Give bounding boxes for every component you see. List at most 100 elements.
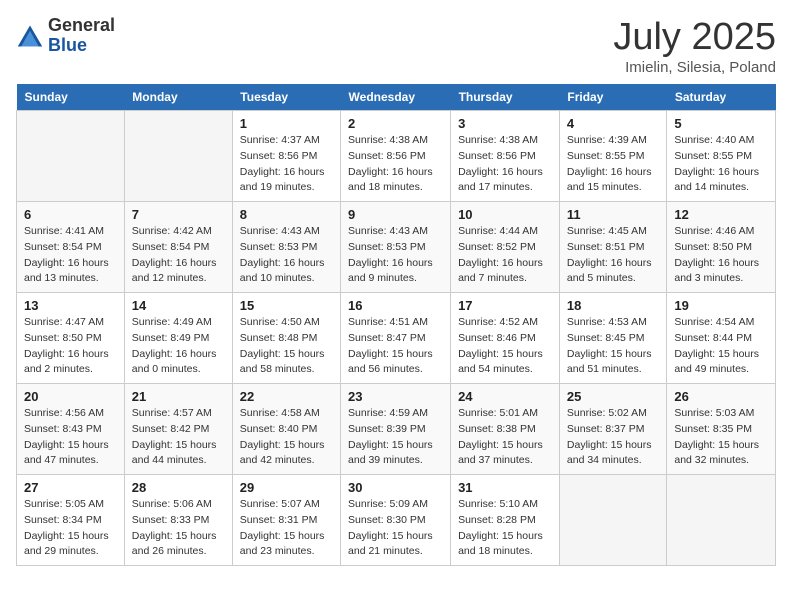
day-detail: Sunrise: 4:40 AM Sunset: 8:55 PM Dayligh… [674, 133, 768, 196]
day-detail: Sunrise: 4:41 AM Sunset: 8:54 PM Dayligh… [24, 224, 117, 287]
day-detail: Sunrise: 5:09 AM Sunset: 8:30 PM Dayligh… [348, 497, 443, 560]
weekday-header: Saturday [667, 84, 776, 111]
day-number: 2 [348, 116, 443, 131]
day-detail: Sunrise: 5:07 AM Sunset: 8:31 PM Dayligh… [240, 497, 333, 560]
day-detail: Sunrise: 4:47 AM Sunset: 8:50 PM Dayligh… [24, 315, 117, 378]
title-block: July 2025 Imielin, Silesia, Poland [613, 16, 776, 76]
weekday-header-row: SundayMondayTuesdayWednesdayThursdayFrid… [17, 84, 776, 111]
day-detail: Sunrise: 4:51 AM Sunset: 8:47 PM Dayligh… [348, 315, 443, 378]
day-detail: Sunrise: 4:54 AM Sunset: 8:44 PM Dayligh… [674, 315, 768, 378]
day-detail: Sunrise: 4:56 AM Sunset: 8:43 PM Dayligh… [24, 406, 117, 469]
calendar-cell: 8Sunrise: 4:43 AM Sunset: 8:53 PM Daylig… [232, 202, 340, 293]
calendar-cell: 11 Sunrise: 4:45 AM Sunset: 8:51 PM Dayli… [559, 202, 666, 293]
location: Imielin, Silesia, Poland [613, 59, 776, 76]
weekday-header: Sunday [17, 84, 125, 111]
logo: General Blue [16, 16, 115, 56]
calendar-cell: 12 Sunrise: 4:46 AM Sunset: 8:50 PM Dayli… [667, 202, 776, 293]
day-number: 22 [240, 389, 333, 404]
weekday-header: Thursday [451, 84, 560, 111]
day-detail: Sunrise: 4:39 AM Sunset: 8:55 PM Dayligh… [567, 133, 659, 196]
day-detail: Sunrise: 4:44 AM Sunset: 8:52 PM Dayligh… [458, 224, 552, 287]
calendar-cell: 13Sunrise: 4:47 AM Sunset: 8:50 PM Dayli… [17, 293, 125, 384]
day-detail: Sunrise: 4:49 AM Sunset: 8:49 PM Dayligh… [132, 315, 225, 378]
day-number: 5 [674, 116, 768, 131]
day-detail: Sunrise: 4:53 AM Sunset: 8:45 PM Dayligh… [567, 315, 659, 378]
calendar-cell: 31 Sunrise: 5:10 AM Sunset: 8:28 PM Dayli… [451, 475, 560, 566]
calendar-cell: 22 Sunrise: 4:58 AM Sunset: 8:40 PM Dayli… [232, 384, 340, 475]
day-number: 19 [674, 298, 768, 313]
calendar-cell: 29 Sunrise: 5:07 AM Sunset: 8:31 PM Dayli… [232, 475, 340, 566]
month-title: July 2025 [613, 16, 776, 59]
week-row: 13Sunrise: 4:47 AM Sunset: 8:50 PM Dayli… [17, 293, 776, 384]
logo-text: General Blue [48, 16, 115, 56]
day-number: 10 [458, 207, 552, 222]
day-number: 6 [24, 207, 117, 222]
calendar-cell: 23 Sunrise: 4:59 AM Sunset: 8:39 PM Dayli… [341, 384, 451, 475]
day-detail: Sunrise: 5:01 AM Sunset: 8:38 PM Dayligh… [458, 406, 552, 469]
day-detail: Sunrise: 4:38 AM Sunset: 8:56 PM Dayligh… [348, 133, 443, 196]
day-detail: Sunrise: 4:42 AM Sunset: 8:54 PM Dayligh… [132, 224, 225, 287]
calendar-cell: 6 Sunrise: 4:41 AM Sunset: 8:54 PM Daylig… [17, 202, 125, 293]
calendar-cell [17, 111, 125, 202]
day-detail: Sunrise: 5:06 AM Sunset: 8:33 PM Dayligh… [132, 497, 225, 560]
calendar-cell: 30 Sunrise: 5:09 AM Sunset: 8:30 PM Dayli… [341, 475, 451, 566]
day-number: 20 [24, 389, 117, 404]
day-detail: Sunrise: 4:38 AM Sunset: 8:56 PM Dayligh… [458, 133, 552, 196]
calendar-cell: 26Sunrise: 5:03 AM Sunset: 8:35 PM Dayli… [667, 384, 776, 475]
day-detail: Sunrise: 4:58 AM Sunset: 8:40 PM Dayligh… [240, 406, 333, 469]
day-number: 16 [348, 298, 443, 313]
day-number: 24 [458, 389, 552, 404]
calendar-cell: 14 Sunrise: 4:49 AM Sunset: 8:49 PM Dayli… [124, 293, 232, 384]
day-detail: Sunrise: 4:50 AM Sunset: 8:48 PM Dayligh… [240, 315, 333, 378]
day-detail: Sunrise: 5:05 AM Sunset: 8:34 PM Dayligh… [24, 497, 117, 560]
calendar-cell: 24 Sunrise: 5:01 AM Sunset: 8:38 PM Dayli… [451, 384, 560, 475]
logo-general: General [48, 16, 115, 36]
day-number: 29 [240, 480, 333, 495]
calendar-cell: 7 Sunrise: 4:42 AM Sunset: 8:54 PM Daylig… [124, 202, 232, 293]
logo-icon [16, 22, 44, 50]
logo-blue: Blue [48, 36, 115, 56]
calendar-cell: 20 Sunrise: 4:56 AM Sunset: 8:43 PM Dayli… [17, 384, 125, 475]
day-detail: Sunrise: 5:10 AM Sunset: 8:28 PM Dayligh… [458, 497, 552, 560]
day-number: 4 [567, 116, 659, 131]
calendar-cell: 19 Sunrise: 4:54 AM Sunset: 8:44 PM Dayli… [667, 293, 776, 384]
calendar-cell: 17Sunrise: 4:52 AM Sunset: 8:46 PM Dayli… [451, 293, 560, 384]
day-detail: Sunrise: 5:03 AM Sunset: 8:35 PM Dayligh… [674, 406, 768, 469]
day-detail: Sunrise: 4:52 AM Sunset: 8:46 PM Dayligh… [458, 315, 552, 378]
calendar-cell: 5 Sunrise: 4:40 AM Sunset: 8:55 PM Daylig… [667, 111, 776, 202]
day-detail: Sunrise: 4:59 AM Sunset: 8:39 PM Dayligh… [348, 406, 443, 469]
calendar-cell: 10 Sunrise: 4:44 AM Sunset: 8:52 PM Dayli… [451, 202, 560, 293]
day-detail: Sunrise: 4:46 AM Sunset: 8:50 PM Dayligh… [674, 224, 768, 287]
day-detail: Sunrise: 4:43 AM Sunset: 8:53 PM Dayligh… [348, 224, 443, 287]
calendar-cell: 9Sunrise: 4:43 AM Sunset: 8:53 PM Daylig… [341, 202, 451, 293]
day-number: 11 [567, 207, 659, 222]
calendar-cell: 15 Sunrise: 4:50 AM Sunset: 8:48 PM Dayli… [232, 293, 340, 384]
day-detail: Sunrise: 4:43 AM Sunset: 8:53 PM Dayligh… [240, 224, 333, 287]
day-detail: Sunrise: 4:45 AM Sunset: 8:51 PM Dayligh… [567, 224, 659, 287]
day-number: 12 [674, 207, 768, 222]
calendar: SundayMondayTuesdayWednesdayThursdayFrid… [16, 84, 776, 566]
day-number: 27 [24, 480, 117, 495]
day-number: 25 [567, 389, 659, 404]
weekday-header: Tuesday [232, 84, 340, 111]
calendar-cell: 21Sunrise: 4:57 AM Sunset: 8:42 PM Dayli… [124, 384, 232, 475]
calendar-cell: 25Sunrise: 5:02 AM Sunset: 8:37 PM Dayli… [559, 384, 666, 475]
day-number: 7 [132, 207, 225, 222]
calendar-cell: 2 Sunrise: 4:38 AM Sunset: 8:56 PM Daylig… [341, 111, 451, 202]
day-number: 30 [348, 480, 443, 495]
day-number: 23 [348, 389, 443, 404]
calendar-cell [667, 475, 776, 566]
page-header: General Blue July 2025 Imielin, Silesia,… [16, 16, 776, 76]
week-row: 1Sunrise: 4:37 AM Sunset: 8:56 PM Daylig… [17, 111, 776, 202]
week-row: 6 Sunrise: 4:41 AM Sunset: 8:54 PM Daylig… [17, 202, 776, 293]
day-number: 18 [567, 298, 659, 313]
calendar-cell: 28Sunrise: 5:06 AM Sunset: 8:33 PM Dayli… [124, 475, 232, 566]
day-detail: Sunrise: 4:37 AM Sunset: 8:56 PM Dayligh… [240, 133, 333, 196]
calendar-cell [124, 111, 232, 202]
calendar-cell [559, 475, 666, 566]
day-number: 14 [132, 298, 225, 313]
day-detail: Sunrise: 4:57 AM Sunset: 8:42 PM Dayligh… [132, 406, 225, 469]
day-number: 15 [240, 298, 333, 313]
day-number: 31 [458, 480, 552, 495]
day-number: 3 [458, 116, 552, 131]
